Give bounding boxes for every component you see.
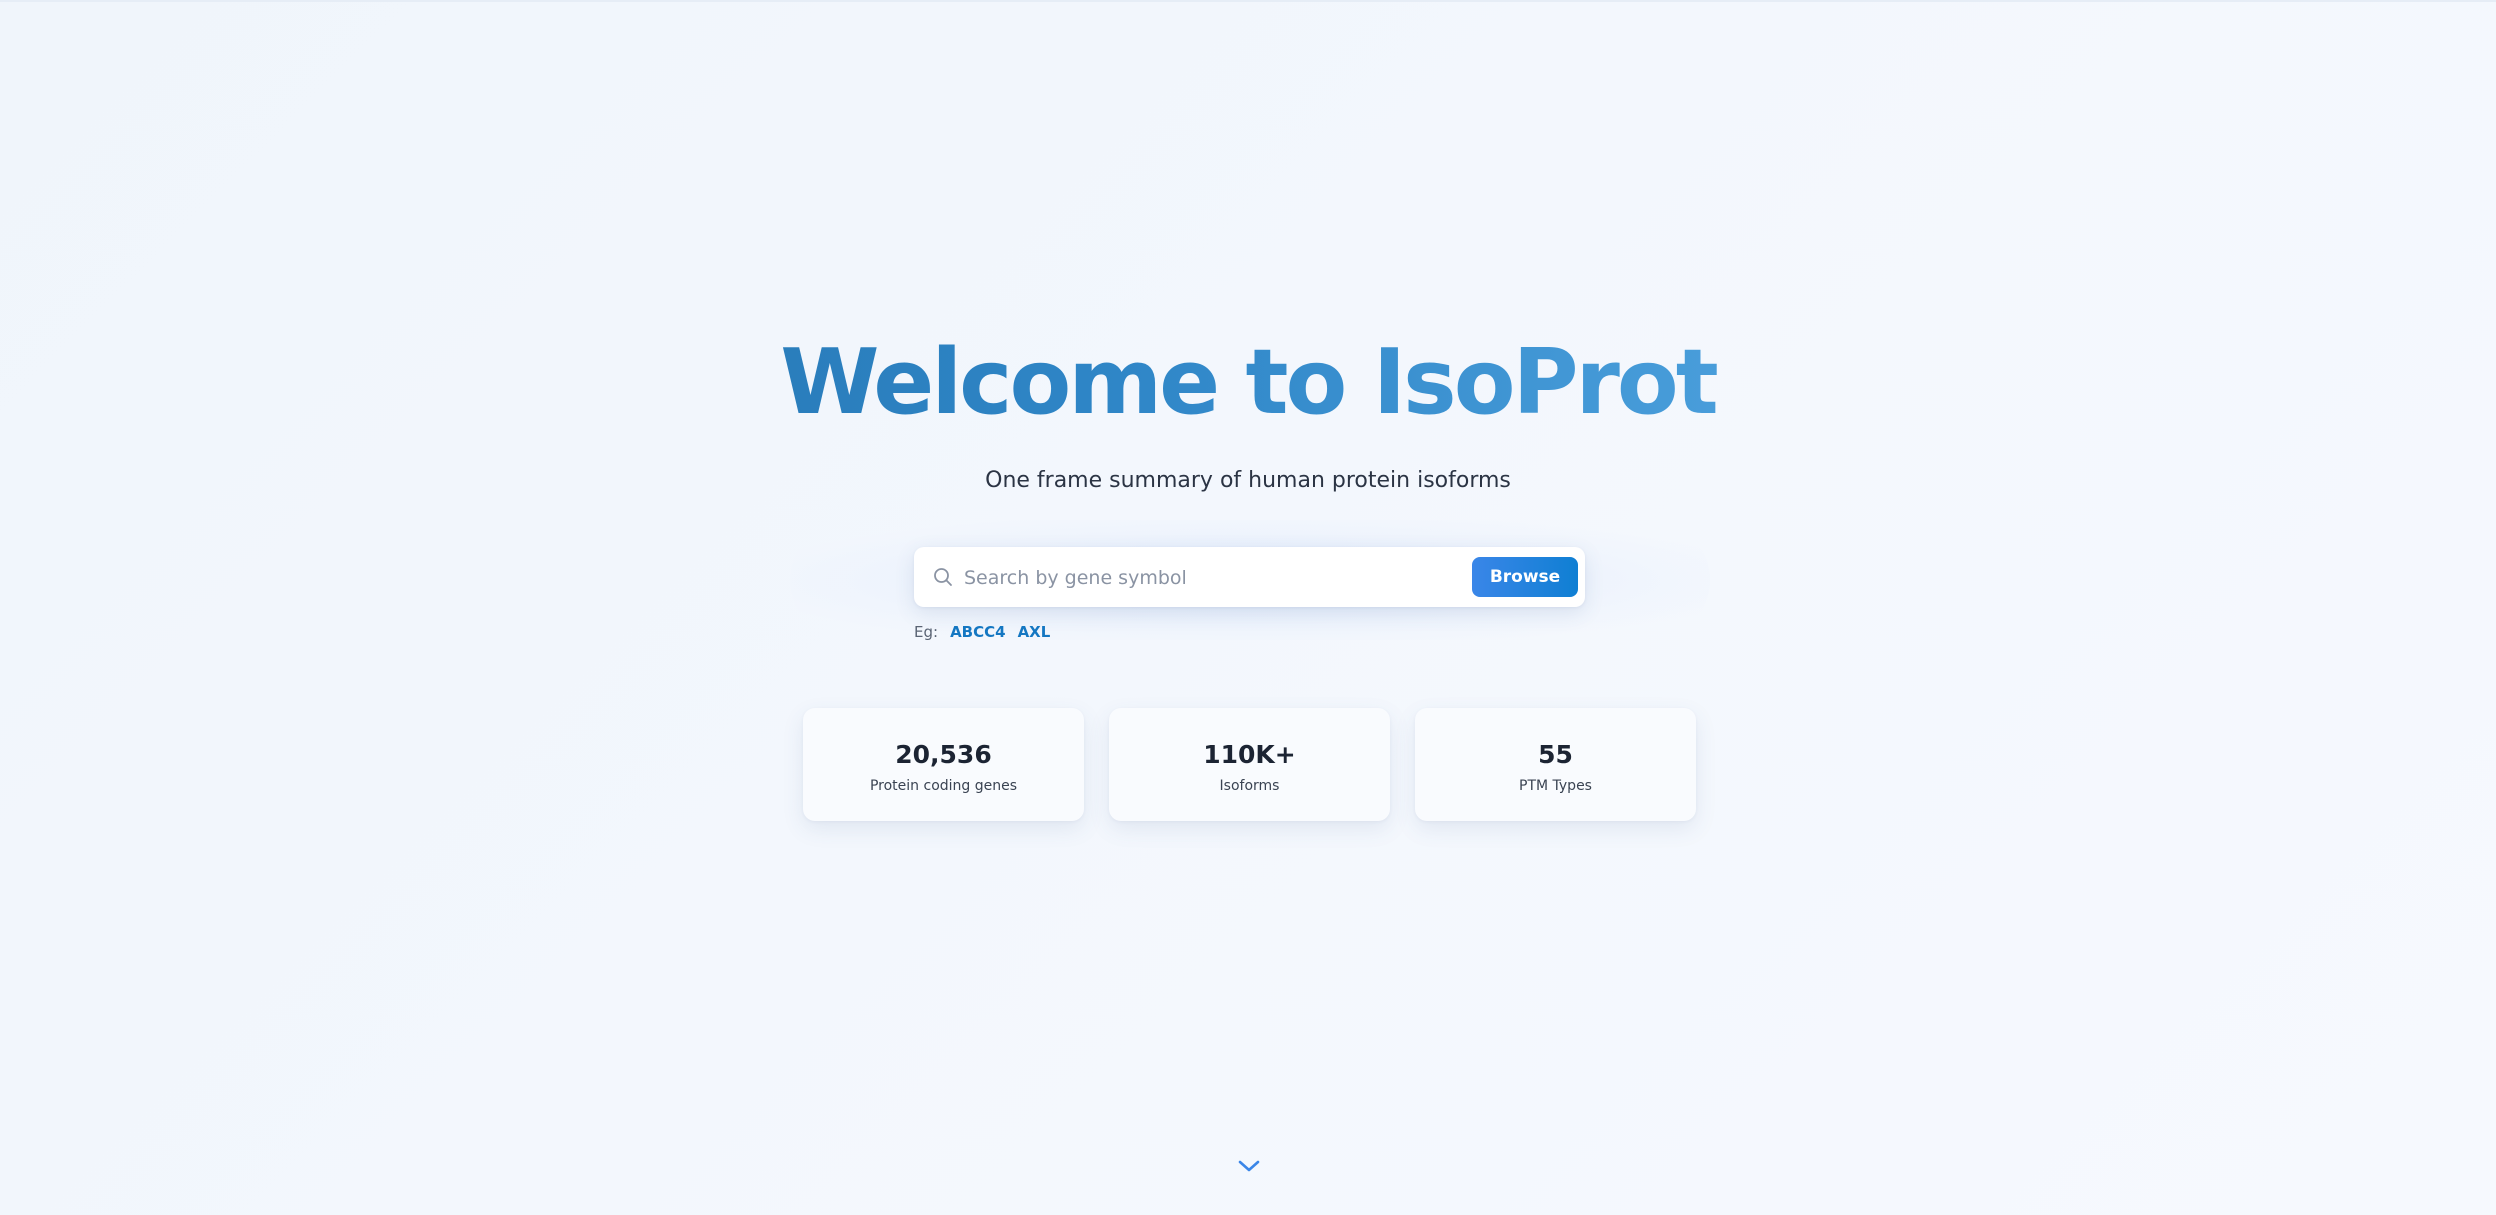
search-input[interactable]: [962, 557, 1466, 599]
stat-value: 20,536: [895, 740, 992, 769]
page-title: Welcome to IsoProt: [0, 318, 2496, 448]
stat-card-ptm-types: 55 PTM Types: [1415, 708, 1696, 821]
stat-card-genes: 20,536 Protein coding genes: [803, 708, 1084, 821]
search-examples: Eg: ABCC4 AXL: [914, 623, 1050, 641]
search-bar: Browse: [914, 547, 1585, 607]
example-link-axl[interactable]: AXL: [1018, 623, 1051, 641]
stat-label: Isoforms: [1219, 778, 1280, 794]
stat-label: Protein coding genes: [869, 778, 1018, 794]
chevron-down-icon[interactable]: [1236, 1156, 1262, 1176]
search-icon: [932, 566, 954, 588]
stats-row: 20,536 Protein coding genes 110K+ Isofor…: [803, 708, 1698, 821]
stat-value: 110K+: [1203, 740, 1296, 769]
examples-label: Eg:: [914, 623, 939, 641]
browse-button[interactable]: Browse: [1472, 557, 1578, 597]
stat-card-isoforms: 110K+ Isoforms: [1109, 708, 1390, 821]
example-link-abcc4[interactable]: ABCC4: [950, 623, 1006, 641]
stat-value: 55: [1538, 740, 1573, 769]
stat-label: PTM Types: [1519, 778, 1592, 794]
page-subtitle: One frame summary of human protein isofo…: [985, 468, 1511, 493]
hero-section: Welcome to IsoProt One frame summary of …: [0, 0, 2496, 1215]
